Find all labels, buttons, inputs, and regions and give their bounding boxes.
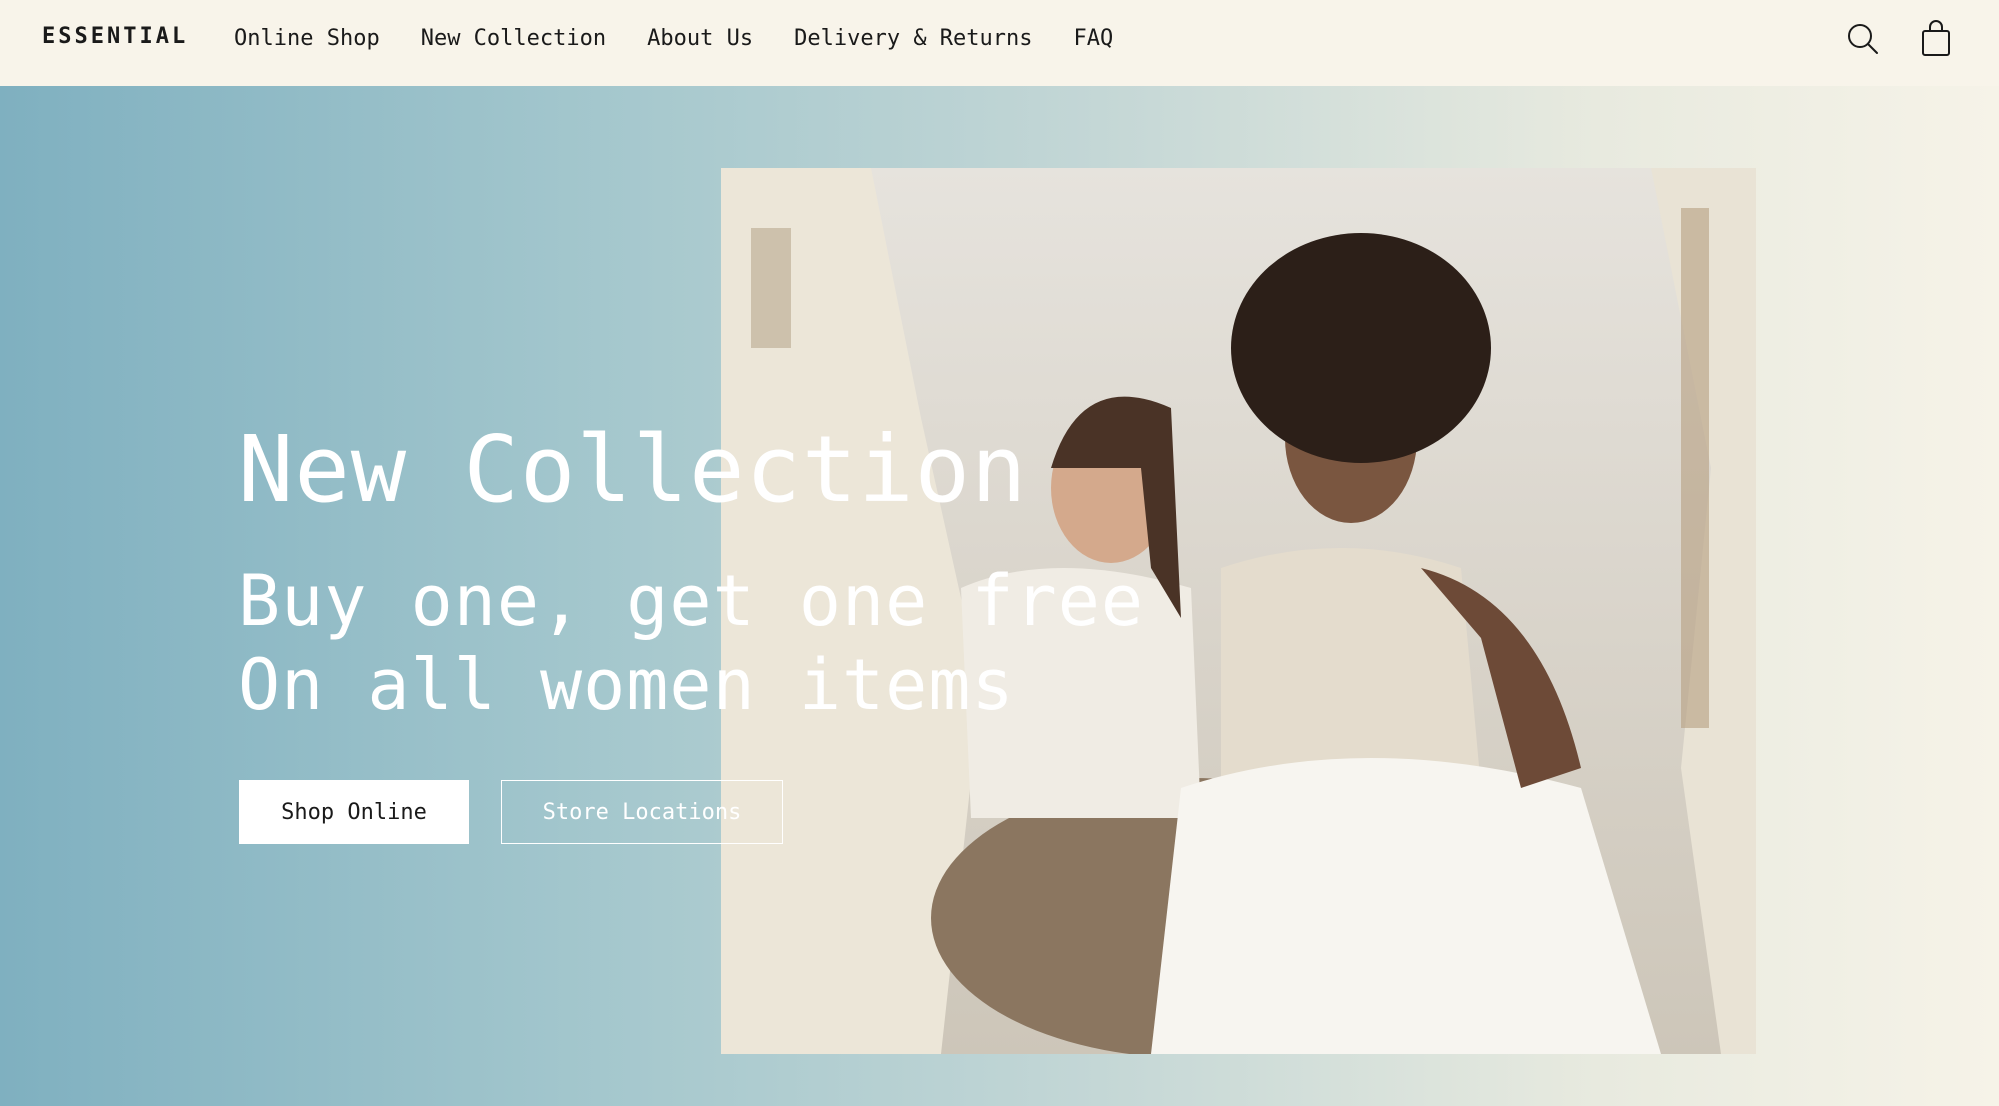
search-icon[interactable]	[1844, 20, 1882, 58]
nav-item-faq[interactable]: FAQ	[1074, 26, 1114, 51]
top-navigation-bar: ESSENTIAL Online Shop New Collection Abo…	[0, 0, 1999, 86]
brand-logo[interactable]: ESSENTIAL	[42, 24, 188, 49]
store-locations-button[interactable]: Store Locations	[501, 780, 783, 844]
hero-banner: New Collection Buy one, get one free On …	[0, 86, 1999, 1106]
shopping-bag-icon[interactable]	[1917, 20, 1955, 58]
nav-item-new-collection[interactable]: New Collection	[421, 26, 606, 51]
hero-subtitle-line-2: On all women items	[238, 644, 1015, 726]
nav-item-about-us[interactable]: About Us	[647, 26, 753, 51]
nav-item-online-shop[interactable]: Online Shop	[234, 26, 380, 51]
hero-title: New Collection	[238, 416, 1028, 523]
hero-subtitle-line-1: Buy one, get one free	[238, 560, 1145, 642]
shop-online-button[interactable]: Shop Online	[239, 780, 469, 844]
main-menu: Online Shop New Collection About Us Deli…	[234, 26, 1113, 51]
nav-item-delivery-returns[interactable]: Delivery & Returns	[794, 26, 1032, 51]
